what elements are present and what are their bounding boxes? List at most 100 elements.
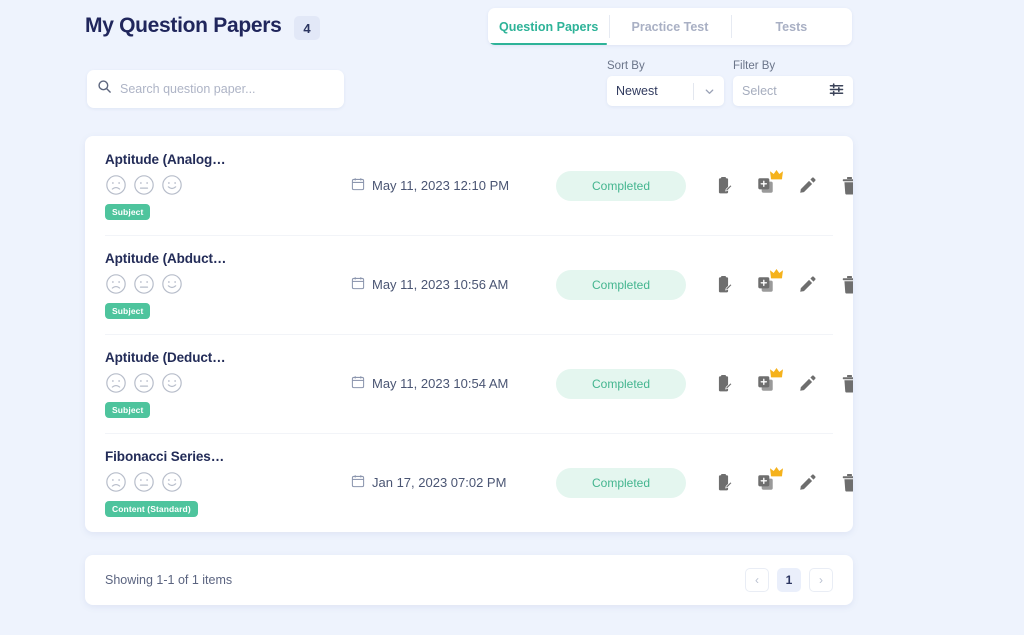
- row-date: May 11, 2023 10:56 AM: [351, 276, 541, 293]
- status-badge: Subject: [105, 302, 151, 319]
- pagination: ‹ 1 ›: [745, 568, 833, 592]
- sad-face-icon[interactable]: [105, 372, 127, 394]
- premium-crown-icon: [770, 268, 783, 282]
- row-status: Completed: [556, 368, 686, 399]
- happy-face-icon[interactable]: [161, 273, 183, 295]
- question-paper-list: Aptitude (Analog… Subject May 11, 2023 1…: [85, 136, 853, 532]
- row-date: May 11, 2023 12:10 PM: [351, 177, 541, 194]
- sad-face-icon[interactable]: [105, 273, 127, 295]
- row-actions: [712, 367, 853, 396]
- pagination-page-1[interactable]: 1: [777, 568, 801, 592]
- rating-faces: [105, 471, 270, 493]
- row-status: Completed: [556, 170, 686, 201]
- page-title: My Question Papers: [85, 14, 282, 37]
- row-title: Aptitude (Analog…: [105, 151, 226, 167]
- table-row[interactable]: Aptitude (Analog… Subject May 11, 2023 1…: [85, 136, 853, 235]
- tab-bar: Question Papers Practice Test Tests: [488, 8, 852, 45]
- sort-by-label: Sort By: [607, 60, 645, 72]
- clipboard-edit-icon[interactable]: [712, 471, 734, 495]
- filter-sliders-icon[interactable]: [829, 82, 844, 100]
- premium-crown-icon: [770, 367, 783, 381]
- filter-by-group: Filter By Select: [733, 60, 853, 106]
- status-badge: Content (Standard): [105, 500, 198, 517]
- sort-by-group: Sort By Newest: [607, 60, 724, 106]
- calendar-icon: [351, 375, 365, 392]
- duplicate-add-premium-icon[interactable]: [754, 466, 783, 495]
- premium-crown-icon: [770, 169, 783, 183]
- row-date-text: May 11, 2023 12:10 PM: [372, 178, 510, 193]
- calendar-icon: [351, 474, 365, 491]
- sort-by-select[interactable]: Newest: [607, 76, 724, 106]
- happy-face-icon[interactable]: [161, 372, 183, 394]
- row-date-text: Jan 17, 2023 07:02 PM: [372, 475, 507, 490]
- row-info: Aptitude (Abduct… Subject: [105, 251, 270, 319]
- neutral-face-icon[interactable]: [133, 174, 155, 196]
- delete-trash-icon[interactable]: [838, 174, 853, 198]
- rating-faces: [105, 273, 270, 295]
- filter-by-label: Filter By: [733, 60, 776, 72]
- table-row[interactable]: Aptitude (Deduct… Subject May 11, 2023 1…: [85, 334, 853, 433]
- row-title: Aptitude (Deduct…: [105, 349, 226, 365]
- row-date-text: May 11, 2023 10:54 AM: [372, 376, 509, 391]
- happy-face-icon[interactable]: [161, 174, 183, 196]
- edit-pencil-icon[interactable]: [796, 471, 818, 495]
- happy-face-icon[interactable]: [161, 471, 183, 493]
- neutral-face-icon[interactable]: [133, 273, 155, 295]
- neutral-face-icon[interactable]: [133, 372, 155, 394]
- calendar-icon: [351, 177, 365, 194]
- row-info: Aptitude (Analog… Subject: [105, 152, 270, 220]
- search-box[interactable]: [87, 70, 344, 108]
- sad-face-icon[interactable]: [105, 471, 127, 493]
- row-title: Aptitude (Abduct…: [105, 250, 227, 266]
- row-info: Aptitude (Deduct… Subject: [105, 350, 270, 418]
- question-paper-count-badge: 4: [294, 16, 320, 40]
- row-actions: [712, 466, 853, 495]
- row-status: Completed: [556, 467, 686, 498]
- edit-pencil-icon[interactable]: [796, 372, 818, 396]
- delete-trash-icon[interactable]: [838, 273, 853, 297]
- delete-trash-icon[interactable]: [838, 372, 853, 396]
- list-footer: Showing 1-1 of 1 items ‹ 1 ›: [85, 555, 853, 605]
- status-badge: Subject: [105, 401, 151, 418]
- search-input[interactable]: [120, 82, 334, 96]
- premium-crown-icon: [770, 466, 783, 480]
- rating-faces: [105, 174, 270, 196]
- clipboard-edit-icon[interactable]: [712, 174, 734, 198]
- tab-tests[interactable]: Tests: [730, 8, 852, 45]
- filter-by-select[interactable]: Select: [733, 76, 853, 106]
- row-status: Completed: [556, 269, 686, 300]
- duplicate-add-premium-icon[interactable]: [754, 268, 783, 297]
- clipboard-edit-icon[interactable]: [712, 273, 734, 297]
- rating-faces: [105, 372, 270, 394]
- row-actions: [712, 169, 853, 198]
- duplicate-add-premium-icon[interactable]: [754, 367, 783, 396]
- pagination-next-button[interactable]: ›: [809, 568, 833, 592]
- status-badge: Subject: [105, 203, 151, 220]
- row-date: Jan 17, 2023 07:02 PM: [351, 474, 541, 491]
- row-title: Fibonacci Series…: [105, 448, 225, 464]
- row-actions: [712, 268, 853, 297]
- edit-pencil-icon[interactable]: [796, 174, 818, 198]
- table-row[interactable]: Fibonacci Series… Content (Standard) Jan…: [85, 433, 853, 532]
- tab-question-papers-label: Question Papers: [498, 19, 599, 34]
- clipboard-edit-icon[interactable]: [712, 372, 734, 396]
- table-row[interactable]: Aptitude (Abduct… Subject May 11, 2023 1…: [85, 235, 853, 334]
- tab-question-papers[interactable]: Question Papers: [488, 8, 609, 45]
- edit-pencil-icon[interactable]: [796, 273, 818, 297]
- filter-by-value: Select: [742, 84, 777, 98]
- neutral-face-icon[interactable]: [133, 471, 155, 493]
- tab-practice-test-label: Practice Test: [631, 19, 709, 34]
- showing-count-text: Showing 1-1 of 1 items: [105, 573, 233, 587]
- tab-tests-label: Tests: [775, 19, 808, 34]
- pagination-prev-button[interactable]: ‹: [745, 568, 769, 592]
- row-date-text: May 11, 2023 10:56 AM: [372, 277, 509, 292]
- sad-face-icon[interactable]: [105, 174, 127, 196]
- delete-trash-icon[interactable]: [838, 471, 853, 495]
- tab-practice-test[interactable]: Practice Test: [609, 8, 730, 45]
- duplicate-add-premium-icon[interactable]: [754, 169, 783, 198]
- row-date: May 11, 2023 10:54 AM: [351, 375, 541, 392]
- search-icon: [97, 79, 112, 99]
- sort-by-value: Newest: [616, 84, 658, 98]
- chevron-down-icon[interactable]: [694, 86, 724, 97]
- calendar-icon: [351, 276, 365, 293]
